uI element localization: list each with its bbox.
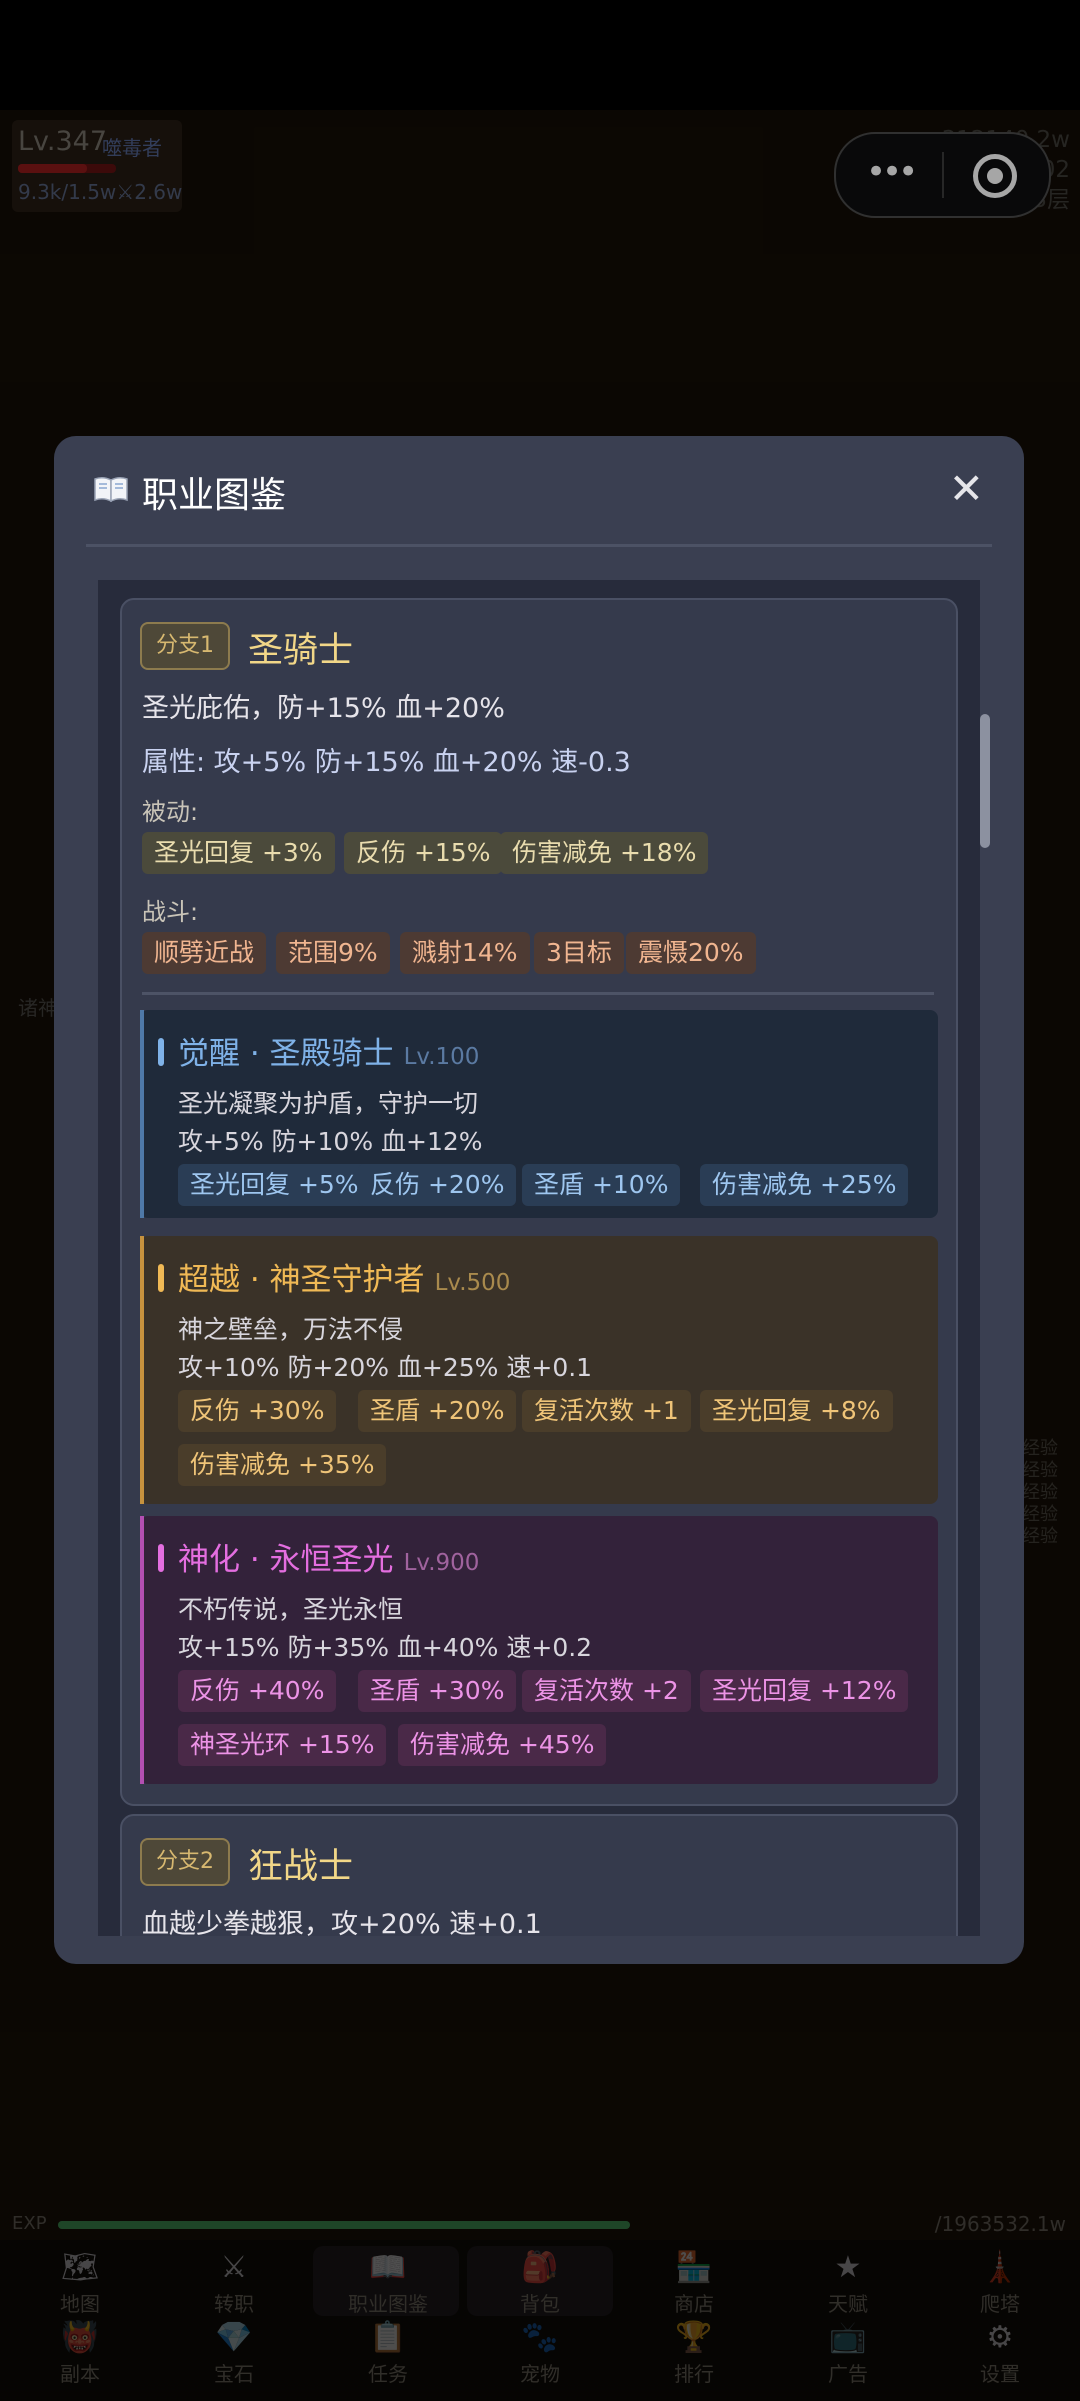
stage-chip: 神圣光环 +15% <box>178 1724 387 1766</box>
stage-chip: 伤害减免 +45% <box>398 1724 607 1766</box>
stage-desc: 不朽传说，圣光永恒 <box>178 1595 404 1624</box>
stage-chip: 圣盾 +30% <box>358 1670 517 1712</box>
stage-title: 觉醒 · 圣殿骑士 Lv.100 <box>178 1028 479 1073</box>
branch-tag: 分支2 <box>140 1838 230 1886</box>
stage-name: 超越 · 神圣守护者 <box>178 1262 425 1298</box>
branch-tag: 分支1 <box>140 622 230 670</box>
stage-marker <box>158 1038 164 1066</box>
passive-chip: 反伤 +15% <box>344 832 503 874</box>
card-divider <box>142 992 934 995</box>
evolution-stage: 神化 · 永恒圣光 Lv.900 不朽传说，圣光永恒攻+15% 防+35% 血+40… <box>140 1516 938 1784</box>
stage-chip: 圣盾 +10% <box>522 1164 681 1206</box>
stage-chip: 反伤 +20% <box>358 1164 517 1206</box>
stage-level: Lv.900 <box>403 1550 480 1576</box>
passive-chip: 伤害减免 +18% <box>500 832 709 874</box>
class-codex-modal: 职业图鉴 ✕ 分支1 圣骑士 圣光庇佑，防+15% 血+20% 属性: 攻+5%… <box>54 436 1024 1964</box>
branch-desc: 血越少拳越狠，攻+20% 速+0.1 <box>142 1909 542 1936</box>
close-icon[interactable]: ✕ <box>949 464 984 513</box>
combat-label: 战斗: <box>142 898 199 926</box>
passive-chip: 圣光回复 +3% <box>142 832 335 874</box>
stage-name: 觉醒 · 圣殿骑士 <box>178 1036 394 1072</box>
modal-header: 职业图鉴 ✕ <box>54 436 1024 546</box>
branch-attrs: 属性: 攻+5% 防+15% 血+20% 速-0.3 <box>142 747 631 778</box>
stage-level: Lv.100 <box>403 1044 480 1070</box>
stage-chip: 反伤 +30% <box>178 1390 337 1432</box>
stage-attrs: 攻+5% 防+10% 血+12% <box>178 1127 483 1156</box>
combat-chip: 震慑20% <box>626 932 756 974</box>
stage-chip: 圣光回复 +5% <box>178 1164 371 1206</box>
stage-desc: 神之壁垒，万法不侵 <box>178 1315 404 1344</box>
evolution-stage: 觉醒 · 圣殿骑士 Lv.100 圣光凝聚为护盾，守护一切 攻+5% 防+10% 血+… <box>140 1010 938 1218</box>
combat-chip: 顺劈近战 <box>142 932 267 974</box>
header-divider <box>86 544 992 547</box>
stage-marker <box>158 1544 164 1572</box>
modal-title: 职业图鉴 <box>142 475 287 516</box>
scrollbar-thumb[interactable] <box>980 714 990 848</box>
branch-card-1: 分支1 圣骑士 圣光庇佑，防+15% 血+20% 属性: 攻+5% 防+15% … <box>120 598 958 1806</box>
stage-attrs: 攻+10% 防+20% 血+25% 速+0.1 <box>178 1353 593 1382</box>
branch-name: 圣骑士 <box>248 631 354 671</box>
stage-level: Lv.500 <box>434 1270 511 1296</box>
stage-chip: 伤害减免 +35% <box>178 1444 387 1486</box>
evolution-stage: 超越 · 神圣守护者 Lv.500 神之壁垒，万法不侵攻+10% 防+20% 血+2… <box>140 1236 938 1504</box>
branch-card-2: 分支2 狂战士 血越少拳越狠，攻+20% 速+0.1 <box>120 1814 958 1936</box>
open-book-icon <box>94 476 128 502</box>
stage-accent-bar <box>140 1010 144 1218</box>
stage-title: 超越 · 神圣守护者 Lv.500 <box>178 1254 510 1299</box>
branch-name: 狂战士 <box>248 1847 354 1887</box>
stage-title: 神化 · 永恒圣光 Lv.900 <box>178 1534 479 1579</box>
stage-chip: 圣光回复 +8% <box>700 1390 893 1432</box>
stage-accent-bar <box>140 1236 144 1504</box>
codex-scroll-area[interactable]: 分支1 圣骑士 圣光庇佑，防+15% 血+20% 属性: 攻+5% 防+15% … <box>98 580 980 1936</box>
stage-desc: 圣光凝聚为护盾，守护一切 <box>178 1089 479 1118</box>
stage-chip: 反伤 +40% <box>178 1670 337 1712</box>
combat-chip: 范围9% <box>276 932 390 974</box>
stage-chip: 圣盾 +20% <box>358 1390 517 1432</box>
passive-label: 被动: <box>142 798 199 826</box>
stage-accent-bar <box>140 1516 144 1784</box>
combat-chip: 溅射14% <box>400 932 530 974</box>
stage-chip: 伤害减免 +25% <box>700 1164 909 1206</box>
stage-attrs: 攻+15% 防+35% 血+40% 速+0.2 <box>178 1633 593 1662</box>
stage-chip: 复活次数 +2 <box>522 1670 691 1712</box>
stage-marker <box>158 1264 164 1292</box>
stage-chip: 圣光回复 +12% <box>700 1670 909 1712</box>
stage-name: 神化 · 永恒圣光 <box>178 1542 394 1578</box>
combat-chip: 3目标 <box>534 932 624 974</box>
stage-chip: 复活次数 +1 <box>522 1390 691 1432</box>
branch-desc: 圣光庇佑，防+15% 血+20% <box>142 693 505 724</box>
